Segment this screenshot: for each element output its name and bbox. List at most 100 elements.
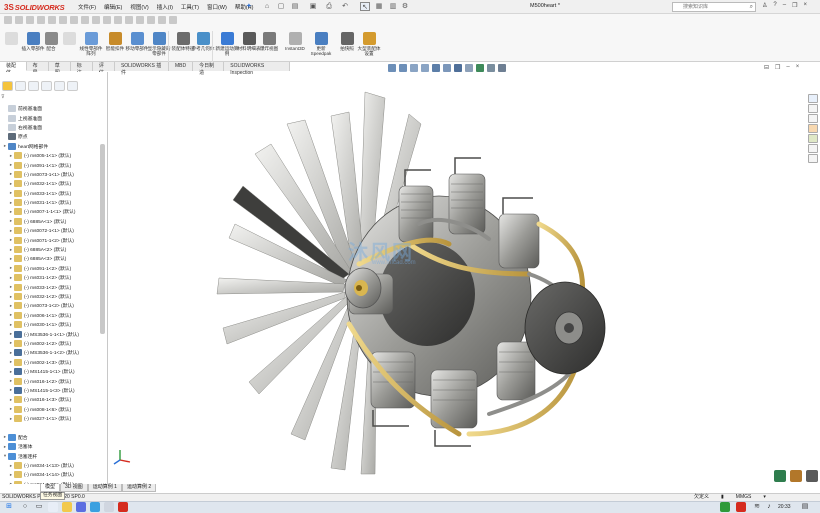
ribbon-tool-icon[interactable]: [92, 16, 100, 24]
tree-item[interactable]: ▸ (-) ms032-1<1> (默认): [2, 179, 98, 188]
ribbon-tool-icon[interactable]: [147, 16, 155, 24]
tab-manufacturing[interactable]: 今日制造: [193, 62, 225, 76]
tree-item[interactable]: ▸ (-) ms033-1<1> (默认): [2, 189, 98, 198]
split-view-icon[interactable]: ⊟: [764, 64, 769, 71]
tree-item[interactable]: ▾ 活塞连杆: [2, 451, 98, 460]
volume-icon[interactable]: ♪: [764, 502, 774, 512]
tab-addins[interactable]: SOLIDWORKS 插件: [114, 62, 170, 76]
tree-item[interactable]: ▸ (-) ms007-1-1<1> (默认): [2, 207, 98, 216]
zoom-area-icon[interactable]: [399, 64, 407, 72]
tray-app-icon[interactable]: [736, 502, 746, 512]
tree-item[interactable]: ▸ (-) 6885A<3> (默认): [2, 254, 98, 263]
file-explorer-taskbar-icon[interactable]: [62, 502, 72, 512]
tree-item[interactable]: ▸ (-) ms091-1<1> (默认): [2, 160, 98, 169]
custom-properties-icon[interactable]: [808, 144, 818, 153]
tab-markup[interactable]: 标注: [70, 62, 93, 76]
menu-tools[interactable]: 工具(T): [181, 3, 199, 11]
options-gear-icon[interactable]: ⚙: [400, 2, 410, 11]
tree-item[interactable]: ▸ 活塞体: [2, 442, 98, 451]
rebuild-indicator-icon[interactable]: ▮: [721, 493, 724, 501]
tree-item[interactable]: 上视基准面: [2, 113, 98, 122]
tray-app-icon[interactable]: [720, 502, 730, 512]
restore-icon[interactable]: ❐: [792, 2, 797, 9]
menu-file[interactable]: 文件(F): [78, 3, 96, 11]
windows-start-icon[interactable]: ⊞: [4, 502, 14, 512]
tree-item[interactable]: ▸ 配合: [2, 433, 98, 442]
user-icon[interactable]: ♙: [762, 2, 767, 9]
search-taskbar-icon[interactable]: ○: [20, 502, 30, 512]
ribbon-tool-icon[interactable]: [37, 16, 45, 24]
ribbon-linear-pattern-button[interactable]: 线性零部件阵列: [78, 32, 104, 56]
reference-triad-icon[interactable]: [790, 470, 802, 482]
ribbon-large-assembly-button[interactable]: 大型装配体设置: [356, 32, 382, 56]
tree-item[interactable]: ▸ (-) ms034-1<14> (默认): [2, 470, 98, 479]
previous-view-icon[interactable]: [410, 64, 418, 72]
tree-item[interactable]: ▸ (-) ms031-1<1> (默认): [2, 198, 98, 207]
tree-item[interactable]: ▸ (-) MS1415-1<1> (默认): [2, 367, 98, 376]
hide-show-items-icon[interactable]: [465, 64, 473, 72]
ribbon-tool-icon[interactable]: [158, 16, 166, 24]
search-input[interactable]: 搜索知识库 ⌕: [672, 2, 756, 12]
tree-item[interactable]: ▸ (-) ms002-1<2> (默认): [2, 339, 98, 348]
app-taskbar-icon[interactable]: [104, 502, 114, 512]
dynamic-annotation-icon[interactable]: [432, 64, 440, 72]
display-manager-tab-icon[interactable]: [54, 81, 65, 91]
tree-item[interactable]: 前视基准面: [2, 104, 98, 113]
tab-motion-study-2[interactable]: 运动算例 2: [121, 484, 157, 492]
notification-icon[interactable]: ▤: [800, 502, 810, 512]
status-settings-icon[interactable]: ▾: [763, 493, 766, 501]
tab-inspection[interactable]: SOLIDWORKS Inspection: [224, 62, 290, 76]
ribbon-tool-icon[interactable]: [59, 16, 67, 24]
ribbon-tool-icon[interactable]: [169, 16, 177, 24]
tree-item[interactable]: ▸ (-) 6885A<1> (默认): [2, 217, 98, 226]
appearances-icon[interactable]: [808, 134, 818, 143]
configuration-manager-tab-icon[interactable]: [28, 81, 39, 91]
zoom-to-fit-icon[interactable]: [388, 64, 396, 72]
tree-item[interactable]: ▸ (-) MS3536-1-1<2> (默认): [2, 348, 98, 357]
viewport-restore-icon[interactable]: ❐: [775, 64, 780, 71]
cam-tab-icon[interactable]: [67, 81, 78, 91]
status-units[interactable]: MMGS: [736, 493, 752, 501]
ribbon-tool-icon[interactable]: [15, 16, 23, 24]
open-file-icon[interactable]: ▤: [290, 2, 300, 11]
edge-browser-icon[interactable]: [48, 502, 58, 512]
tree-item[interactable]: ▸ (-) ms031-1<2> (默认): [2, 273, 98, 282]
menu-insert[interactable]: 插入(I): [157, 3, 173, 11]
tab-3d-views[interactable]: 3D 视图: [60, 484, 88, 492]
tree-item[interactable]: ▸ (-) ms006-1<1> (默认): [2, 311, 98, 320]
dimxpert-tab-icon[interactable]: [41, 81, 52, 91]
print-icon[interactable]: ⎙: [324, 2, 334, 11]
ribbon-tool-icon[interactable]: [26, 16, 34, 24]
viewport-close-icon[interactable]: ×: [796, 64, 800, 71]
tab-motion-study-1[interactable]: 运动算例 1: [87, 484, 122, 492]
solidworks-resources-icon[interactable]: [808, 94, 818, 103]
section-view-icon[interactable]: [421, 64, 429, 72]
tab-evaluate[interactable]: 评估: [92, 62, 115, 76]
tree-item[interactable]: ▸ (-) ms0071-1<2> (默认): [2, 235, 98, 244]
tree-item[interactable]: ▸ (-) ms005-1<1> (默认): [2, 151, 98, 160]
ribbon-tool-icon[interactable]: [136, 16, 144, 24]
view-settings-icon[interactable]: [498, 64, 506, 72]
home-icon[interactable]: ⌂: [262, 2, 272, 11]
ribbon-tool-icon[interactable]: [103, 16, 111, 24]
menu-view[interactable]: 视图(V): [130, 3, 148, 11]
solidworks-logo[interactable]: 3S SOLIDWORKS: [4, 1, 65, 13]
undo-icon[interactable]: ↶: [340, 2, 350, 11]
view-orientation-icon[interactable]: [443, 64, 451, 72]
menu-window[interactable]: 窗口(W): [207, 3, 227, 11]
ribbon-tool-icon[interactable]: [125, 16, 133, 24]
ribbon-tool-icon[interactable]: [70, 16, 78, 24]
network-icon[interactable]: ≋: [752, 502, 762, 512]
tree-item[interactable]: ▸ (-) MS3536-1-1<1> (默认): [2, 329, 98, 338]
help-icon[interactable]: ?: [773, 2, 776, 9]
tree-item[interactable]: ▸ (-) MS1415-1<3> (默认): [2, 386, 98, 395]
ribbon-tool-icon[interactable]: [114, 16, 122, 24]
rebuild-icon[interactable]: ▦: [374, 2, 384, 11]
solidworks-forum-icon[interactable]: [808, 154, 818, 163]
tree-item[interactable]: ▸ (-) ms016-1<3> (默认): [2, 395, 98, 404]
rebuild-status-icon[interactable]: [774, 470, 786, 482]
tree-item[interactable]: 原点: [2, 132, 98, 141]
tree-item[interactable]: ▸ (-) ms016-1<2> (默认): [2, 376, 98, 385]
file-explorer-icon[interactable]: [808, 114, 818, 123]
tree-item[interactable]: ▸ (-) ms027-1<1> (默认): [2, 414, 98, 423]
